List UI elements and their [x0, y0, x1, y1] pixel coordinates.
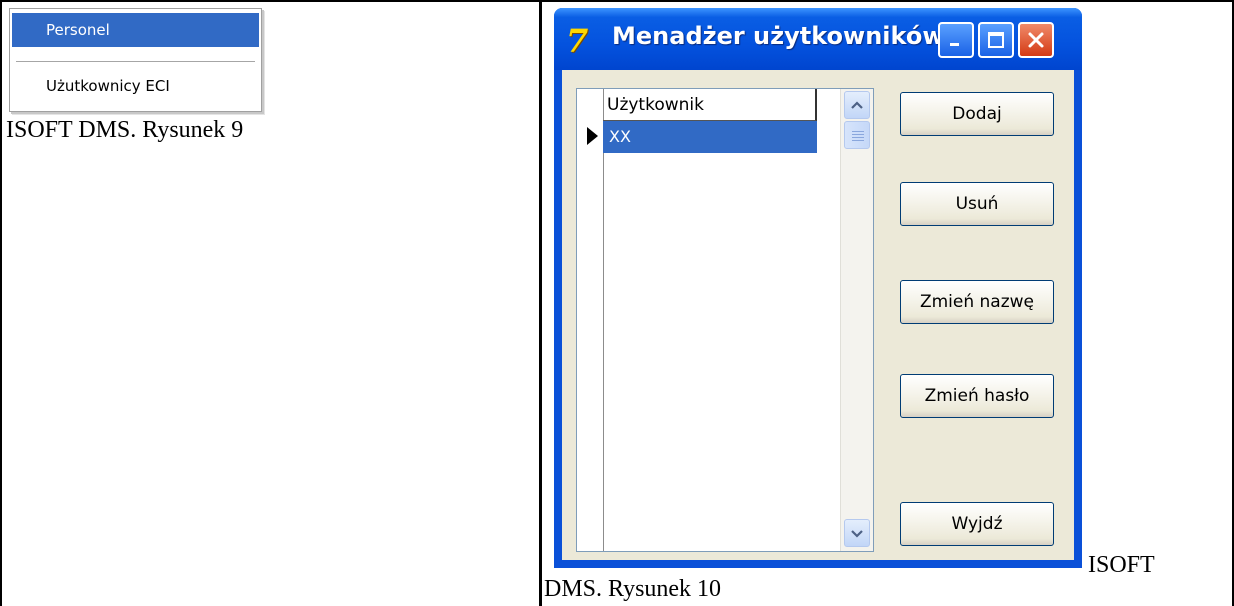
user-manager-window: 7 Menadżer użytkowników Użytkownik XX Do…	[554, 8, 1082, 568]
exit-button[interactable]: Wyjdź	[900, 502, 1054, 546]
minimize-button[interactable]	[938, 22, 974, 58]
figure10-caption-line1: ISOFT	[1088, 552, 1155, 578]
menu-item-uzytkownicy-eci[interactable]: Użutkownicy ECI	[12, 69, 259, 103]
menu-item-personel[interactable]: Personel	[12, 13, 259, 47]
menu-separator	[16, 61, 255, 62]
context-menu: Personel Użutkownicy ECI	[9, 8, 262, 112]
window-client-area: Użytkownik XX Dodaj Usuń Zmień nazwę Zmi…	[562, 70, 1074, 560]
list-row-selected[interactable]: XX	[603, 121, 817, 153]
current-row-pointer-icon	[587, 127, 598, 145]
scroll-grip-line	[852, 131, 864, 132]
user-list[interactable]: Użytkownik XX	[576, 88, 874, 552]
window-titlebar[interactable]: 7 Menadżer użytkowników	[554, 8, 1082, 70]
column-header-user[interactable]: Użytkownik	[603, 89, 817, 121]
scroll-grip-line	[852, 140, 864, 141]
rename-button[interactable]: Zmień nazwę	[900, 280, 1054, 324]
minimize-icon	[950, 43, 959, 46]
scroll-down-button[interactable]	[844, 519, 870, 547]
close-icon	[1028, 32, 1044, 48]
table-border-left	[0, 0, 2, 606]
header-filler	[817, 89, 841, 121]
row-indicator-column	[577, 89, 604, 551]
add-button[interactable]: Dodaj	[900, 92, 1054, 136]
maximize-icon	[988, 32, 1004, 48]
scroll-grip-line	[852, 137, 864, 138]
chevron-down-icon	[851, 530, 863, 538]
app-icon: 7	[566, 22, 589, 60]
document-table: Personel Użutkownicy ECI ISOFT DMS. Rysu…	[0, 0, 1234, 606]
vertical-scrollbar[interactable]	[840, 89, 873, 551]
table-border-middle	[539, 0, 542, 606]
window-title: Menadżer użytkowników	[612, 22, 945, 50]
change-password-button[interactable]: Zmień hasło	[900, 374, 1054, 418]
figure10-caption-line2: DMS. Rysunek 10	[544, 576, 722, 602]
scroll-grip-line	[852, 134, 864, 135]
delete-button[interactable]: Usuń	[900, 182, 1054, 226]
scroll-up-button[interactable]	[844, 91, 870, 119]
maximize-button[interactable]	[978, 22, 1014, 58]
chevron-up-icon	[851, 101, 863, 109]
close-button[interactable]	[1018, 22, 1054, 58]
figure9-caption: ISOFT DMS. Rysunek 9	[6, 117, 244, 143]
table-border-top	[0, 0, 1234, 2]
scroll-thumb[interactable]	[844, 121, 870, 149]
